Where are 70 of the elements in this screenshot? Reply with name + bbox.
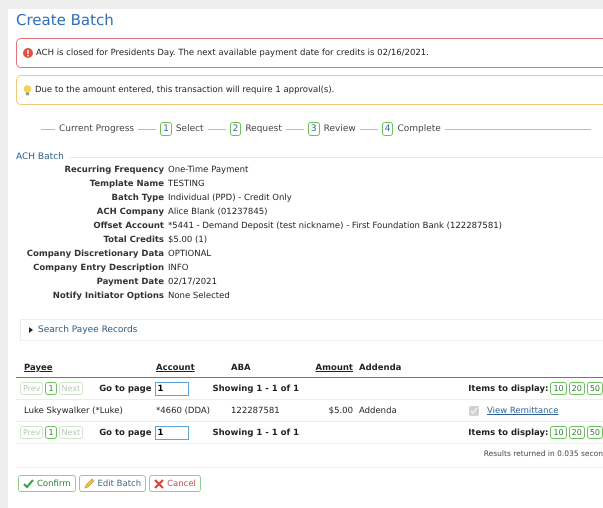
showing-count: Showing 1 - 1 of 1 bbox=[212, 384, 300, 394]
showing-count: Showing 1 - 1 of 1 bbox=[212, 428, 300, 438]
field-label: Payment Date bbox=[96, 277, 164, 287]
field-value: *5441 - Demand Deposit (test nickname) - First Foundation Bank (122287581) bbox=[168, 221, 503, 231]
field-value: INFO bbox=[168, 263, 190, 273]
edit-button[interactable]: Edit Batch bbox=[78, 475, 146, 492]
step-label: Complete bbox=[397, 124, 441, 134]
section-title: ACH Batch bbox=[16, 152, 64, 162]
lightbulb-icon bbox=[23, 84, 32, 96]
table-cell-text: Luke Skywalker (*Luke) bbox=[24, 406, 124, 416]
page-title: Create Batch bbox=[16, 11, 115, 29]
search-panel-toggle[interactable]: Search Payee Records bbox=[20, 319, 603, 341]
column-header[interactable]: Amount bbox=[297, 363, 359, 373]
field-label: Company Entry Description bbox=[32, 263, 164, 273]
cancel-button[interactable]: Cancel bbox=[149, 475, 201, 492]
alert-message: ACH is closed for Presidents Day. The next available payment date for credits is 02/16/2021. bbox=[36, 48, 429, 58]
page-size-button[interactable]: 50 bbox=[586, 382, 603, 395]
go-to-page-label: Go to page bbox=[99, 384, 152, 394]
caret-icon bbox=[29, 327, 34, 333]
view-remittance-link[interactable]: View Remittance bbox=[487, 406, 558, 416]
field-value: Individual (PPD) - Credit Only bbox=[168, 193, 293, 203]
items-to-display-label: Items to display: bbox=[468, 384, 548, 394]
page-size-button[interactable]: 10 bbox=[550, 382, 567, 395]
table-cell-text: 122287581 bbox=[231, 406, 281, 416]
step-label: Review bbox=[324, 124, 356, 134]
table-cell-text: $5.00 bbox=[328, 406, 354, 416]
step-number: 3 bbox=[308, 122, 320, 136]
column-header[interactable]: Payee bbox=[24, 363, 156, 373]
field-value: OPTIONAL bbox=[168, 249, 212, 259]
field-value: One-Time Payment bbox=[168, 165, 250, 175]
page-size-button[interactable]: 20 bbox=[568, 382, 585, 395]
page-input[interactable]: 1 bbox=[154, 426, 188, 440]
page-size-button[interactable]: 10 bbox=[550, 426, 567, 439]
page-button[interactable]: 1 bbox=[45, 426, 57, 439]
page-input[interactable]: 1 bbox=[154, 382, 188, 396]
field-value: TESTING bbox=[168, 179, 206, 189]
field-label: Recurring Frequency bbox=[63, 165, 164, 175]
field-label: Notify Initiator Options bbox=[52, 291, 164, 301]
cross-icon bbox=[154, 478, 164, 488]
field-label: Template Name bbox=[88, 179, 164, 189]
field-label: Batch Type bbox=[110, 193, 164, 203]
checkmark-icon bbox=[23, 478, 34, 488]
page-size-button[interactable]: 20 bbox=[568, 426, 585, 439]
step-number: 2 bbox=[230, 122, 242, 136]
step-label: Request bbox=[245, 124, 282, 134]
confirm-button[interactable]: Confirm bbox=[18, 475, 76, 492]
page-button[interactable]: 1 bbox=[45, 382, 57, 395]
field-label: Company Discretionary Data bbox=[26, 249, 164, 259]
field-label: ACH Company bbox=[96, 207, 164, 217]
column-header[interactable]: Account bbox=[156, 363, 231, 373]
step-number: 1 bbox=[160, 122, 172, 136]
field-value: None Selected bbox=[168, 291, 231, 301]
field-label: Offset Account bbox=[92, 221, 164, 231]
column-header: ABA bbox=[231, 363, 252, 373]
field-label: Total Credits bbox=[102, 235, 164, 245]
alert-message: Due to the amount entered, this transaction will require 1 approval(s). bbox=[35, 85, 334, 95]
pencil-icon bbox=[84, 478, 95, 489]
items-to-display-label: Items to display: bbox=[468, 428, 548, 438]
table-cell-text: *4660 (DDA) bbox=[156, 406, 211, 416]
field-value: Alice Blank (01237845) bbox=[168, 207, 268, 217]
field-value: $5.00 (1) bbox=[168, 235, 208, 245]
exclamation-icon bbox=[23, 48, 33, 58]
step-number: 4 bbox=[382, 122, 394, 136]
column-header: Addenda bbox=[359, 363, 402, 373]
table-cell-text: Addenda bbox=[359, 406, 398, 416]
step-label: Select bbox=[176, 124, 204, 134]
field-value: 02/17/2021 bbox=[168, 277, 218, 287]
progress-label: Current Progress bbox=[59, 124, 134, 134]
go-to-page-label: Go to page bbox=[99, 428, 152, 438]
page-size-button[interactable]: 50 bbox=[586, 426, 603, 439]
